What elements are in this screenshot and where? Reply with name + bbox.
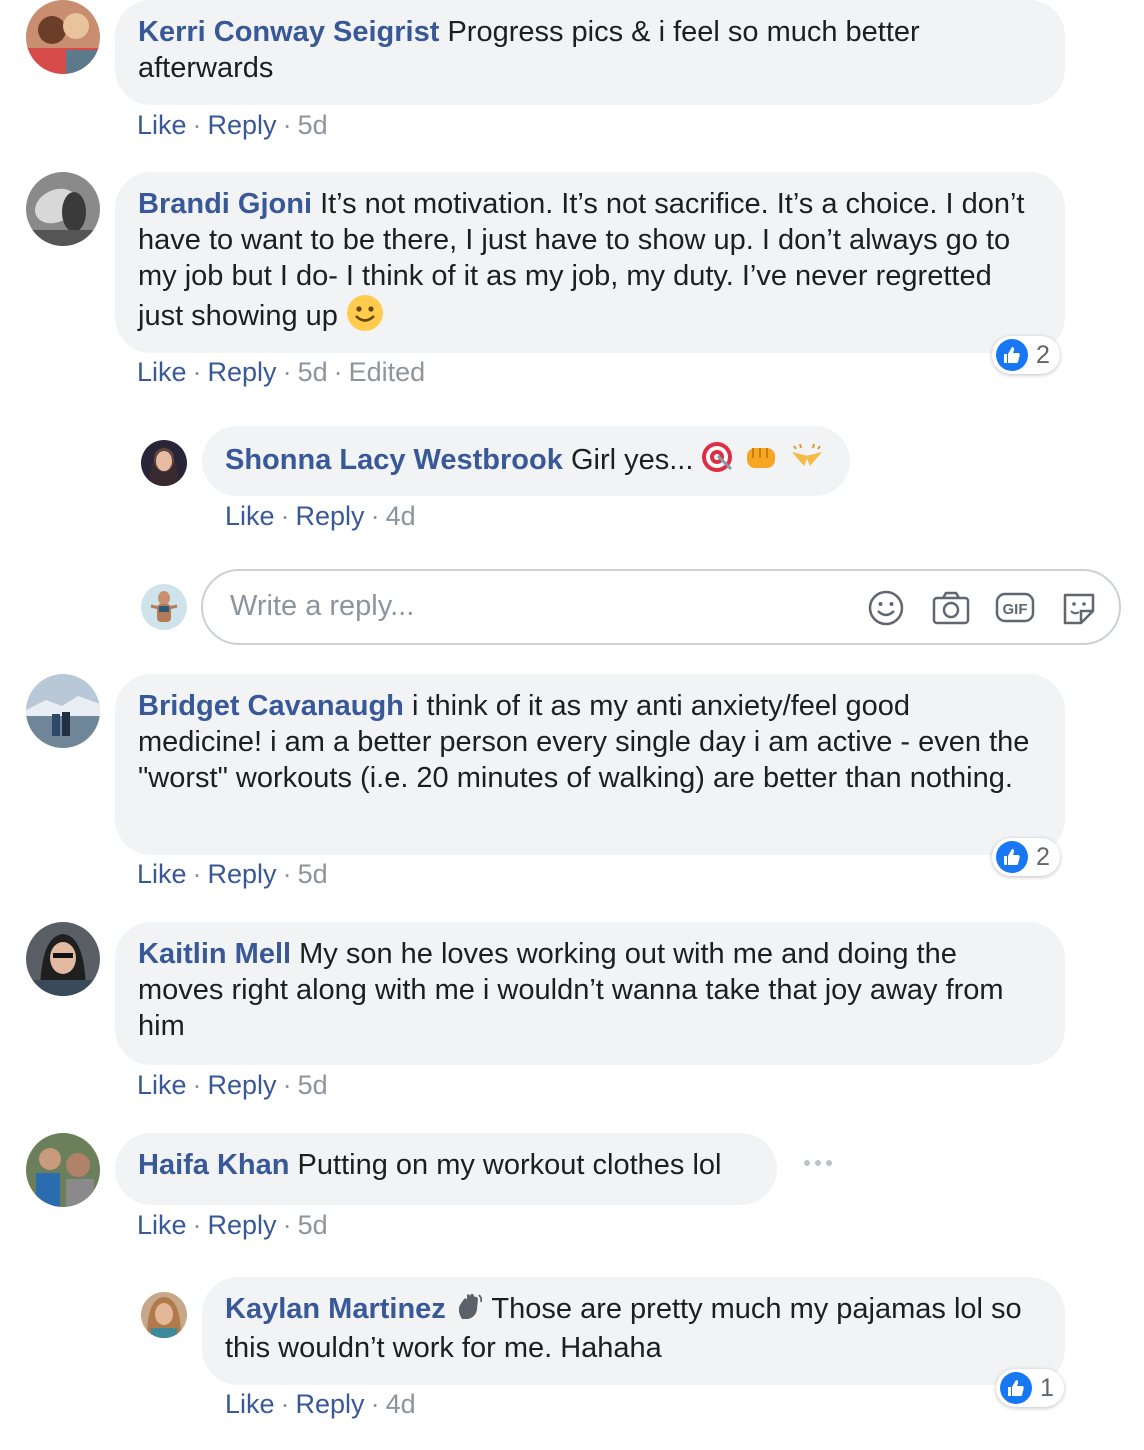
sticker-icon[interactable] [1059,589,1099,632]
emoji-icon[interactable] [867,589,905,632]
current-user-avatar [141,584,187,630]
comment-author[interactable]: Brandi Gjoni [138,188,312,220]
avatar[interactable] [26,1133,100,1207]
comment-bubble: Kaitlin Mell My son he loves working out… [115,922,1065,1065]
reply-link[interactable]: Reply [208,859,277,889]
timestamp[interactable]: 5d [298,1210,328,1240]
reply-link[interactable]: Reply [296,1389,365,1419]
reaction-count[interactable]: 2 [992,838,1060,876]
timestamp[interactable]: 5d [298,110,328,140]
gif-icon[interactable]: GIF [995,589,1035,632]
reaction-number: 1 [1040,1373,1054,1402]
camera-icon[interactable] [931,589,971,632]
comment-author[interactable]: Kerri Conway Seigrist [138,16,439,48]
waving-hand-icon [454,1291,484,1330]
reaction-count[interactable]: 2 [992,336,1060,374]
like-icon [996,841,1028,873]
edited-label[interactable]: Edited [349,357,426,387]
reply-link[interactable]: Reply [208,1070,277,1100]
comment-author[interactable]: Haifa Khan [138,1149,289,1181]
avatar[interactable] [26,0,100,74]
comment-author[interactable]: Kaitlin Mell [138,938,291,970]
like-icon [996,339,1028,371]
comment-bubble: Kerri Conway Seigrist Progress pics & i … [115,0,1065,105]
comment-actions: Like · Reply · 5d [137,1210,328,1240]
reply-link[interactable]: Reply [208,357,277,387]
like-link[interactable]: Like [225,1389,275,1419]
avatar[interactable] [26,922,100,996]
like-link[interactable]: Like [137,110,187,140]
like-link[interactable]: Like [137,859,187,889]
comment-actions: Like · Reply · 4d [225,501,416,531]
comment-author[interactable]: Bridget Cavanaugh [138,690,404,722]
comment-actions: Like · Reply · 5d · Edited [137,357,426,387]
comment-bubble: Brandi Gjoni It’s not motivation. It’s n… [115,172,1065,353]
clapping-emoji-icon [788,442,826,481]
reply-link[interactable]: Reply [208,1210,277,1240]
like-link[interactable]: Like [137,1070,187,1100]
reaction-number: 2 [1036,842,1050,871]
like-link[interactable]: Like [137,357,187,387]
smiley-emoji-icon [346,294,384,341]
comment-actions: Like · Reply · 4d [225,1389,416,1419]
comment-bubble: Haifa Khan Putting on my workout clothes… [115,1133,777,1205]
reply-link[interactable]: Reply [296,501,365,531]
timestamp[interactable]: 4d [386,501,416,531]
reply-placeholder: Write a reply... [230,590,415,622]
comment-author[interactable]: Shonna Lacy Westbrook [225,444,563,476]
reply-input[interactable]: Write a reply... GIF [201,569,1121,645]
comment-actions: Like · Reply · 5d [137,110,328,140]
reply-link[interactable]: Reply [208,110,277,140]
bullseye-emoji-icon [701,440,735,483]
comment-author[interactable]: Kaylan Martinez [225,1293,446,1325]
comment-text: Putting on my workout clothes lol [297,1149,722,1181]
comment-bubble: Bridget Cavanaugh i think of it as my an… [115,674,1065,855]
svg-text:GIF: GIF [1003,601,1028,618]
reaction-number: 2 [1036,340,1050,369]
like-icon [1000,1372,1032,1404]
like-link[interactable]: Like [225,501,275,531]
avatar[interactable] [141,440,187,486]
timestamp[interactable]: 5d [298,859,328,889]
comment-actions: Like · Reply · 5d [137,859,328,889]
reply-bubble: Shonna Lacy Westbrook Girl yes... [202,426,850,496]
timestamp[interactable]: 5d [298,1070,328,1100]
avatar[interactable] [141,1292,187,1338]
fist-emoji-icon [744,442,780,481]
like-link[interactable]: Like [137,1210,187,1240]
timestamp[interactable]: 5d [298,357,328,387]
avatar[interactable] [26,674,100,748]
comment-actions: Like · Reply · 5d [137,1070,328,1100]
comment-text: Girl yes... [570,444,694,477]
timestamp[interactable]: 4d [386,1389,416,1419]
more-options-icon[interactable] [803,1155,833,1173]
reaction-count[interactable]: 1 [996,1369,1064,1407]
avatar[interactable] [26,172,100,246]
reply-bubble: Kaylan Martinez Those are pretty much my… [202,1277,1065,1385]
